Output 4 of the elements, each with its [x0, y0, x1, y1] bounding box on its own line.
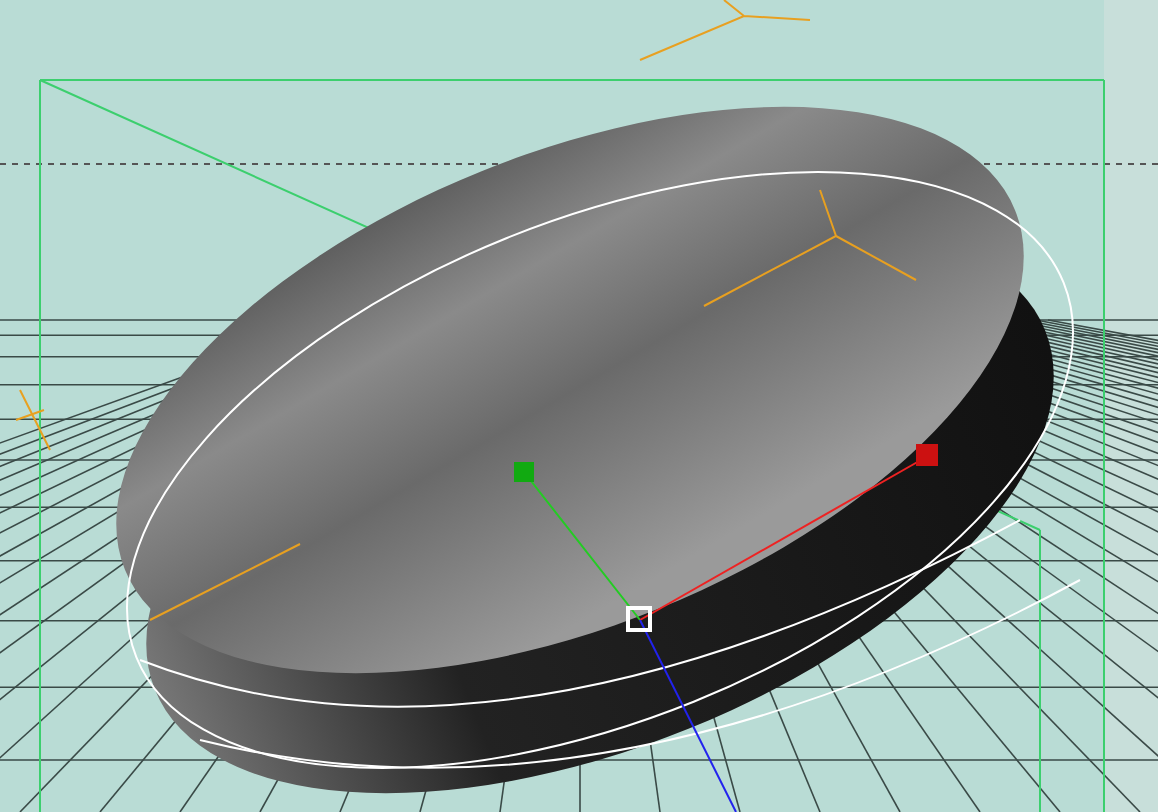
- light-icon: [15, 389, 51, 451]
- light-icon: [703, 189, 917, 307]
- light-icon: [639, 0, 811, 61]
- light-icon: [149, 543, 301, 621]
